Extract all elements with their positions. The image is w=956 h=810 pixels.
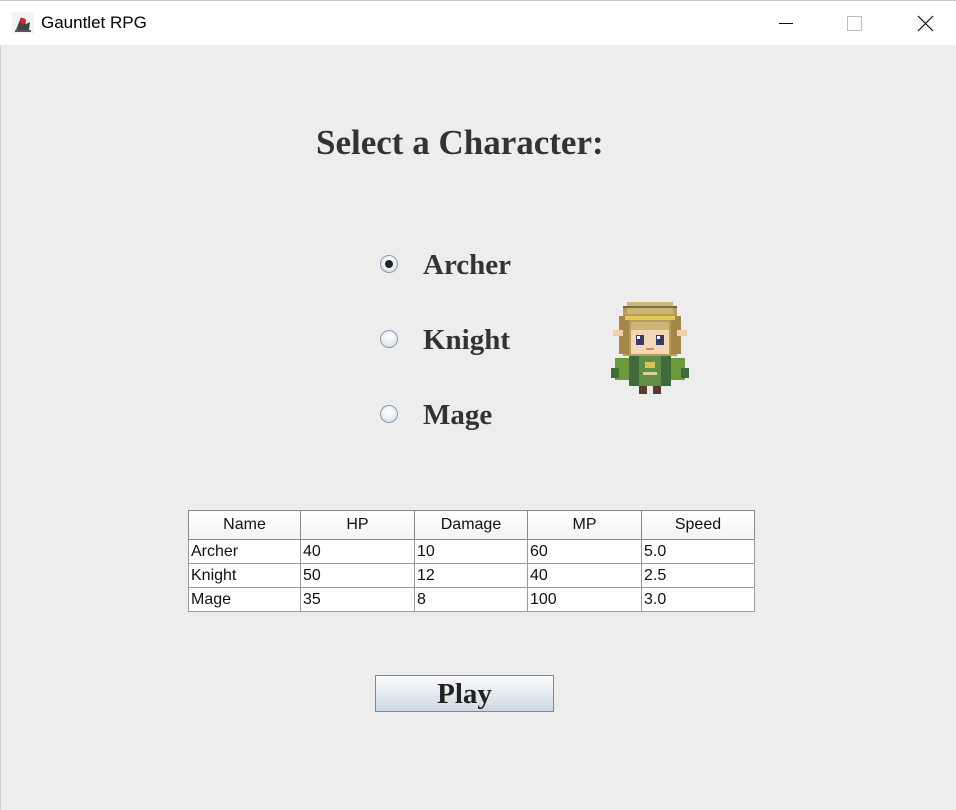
minimize-icon	[779, 23, 793, 24]
play-button[interactable]: Play	[375, 675, 554, 712]
table-cell[interactable]: 100	[527, 587, 642, 612]
radio-label-knight[interactable]: Knight	[423, 324, 510, 357]
table-cell[interactable]: 40	[300, 539, 415, 564]
window-titlebar: Gauntlet RPG	[0, 0, 956, 45]
table-cell[interactable]: 10	[414, 539, 528, 564]
minimize-button[interactable]	[763, 1, 809, 46]
table-header-row: Name HP Damage MP Speed	[188, 510, 755, 540]
column-header-speed[interactable]: Speed	[641, 510, 755, 540]
table-row[interactable]: Knight 50 12 40 2.5	[188, 563, 755, 588]
radio-button-icon[interactable]	[380, 405, 398, 423]
radio-label-archer[interactable]: Archer	[423, 249, 511, 282]
radio-button-icon[interactable]	[380, 255, 398, 273]
column-header-hp[interactable]: HP	[300, 510, 415, 540]
radio-label-mage[interactable]: Mage	[423, 399, 492, 432]
column-header-mp[interactable]: MP	[527, 510, 642, 540]
table-cell[interactable]: 8	[414, 587, 528, 612]
table-cell[interactable]: 60	[527, 539, 642, 564]
table-cell[interactable]: 12	[414, 563, 528, 588]
close-icon	[917, 15, 934, 32]
table-row[interactable]: Mage 35 8 100 3.0	[188, 587, 755, 612]
window-title: Gauntlet RPG	[41, 13, 147, 32]
table-cell[interactable]: 2.5	[641, 563, 755, 588]
stats-table[interactable]: Name HP Damage MP Speed Archer 40 10 60 …	[188, 510, 755, 612]
column-header-name[interactable]: Name	[188, 510, 301, 540]
radio-selected-dot	[385, 260, 393, 268]
table-row[interactable]: Archer 40 10 60 5.0	[188, 539, 755, 564]
radio-button-icon[interactable]	[380, 330, 398, 348]
table-cell[interactable]: 40	[527, 563, 642, 588]
table-cell[interactable]: 50	[300, 563, 415, 588]
column-header-damage[interactable]: Damage	[414, 510, 528, 540]
table-cell[interactable]: Knight	[188, 563, 301, 588]
table-cell[interactable]: 5.0	[641, 539, 755, 564]
close-button[interactable]	[902, 1, 948, 46]
maximize-button[interactable]	[831, 1, 877, 46]
table-cell[interactable]: 3.0	[641, 587, 755, 612]
table-cell[interactable]: 35	[300, 587, 415, 612]
maximize-icon	[847, 16, 862, 31]
table-cell[interactable]: Mage	[188, 587, 301, 612]
page-title: Select a Character:	[316, 123, 604, 162]
table-cell[interactable]: Archer	[188, 539, 301, 564]
java-duke-icon	[12, 12, 34, 34]
archer-character-sprite	[611, 302, 689, 394]
